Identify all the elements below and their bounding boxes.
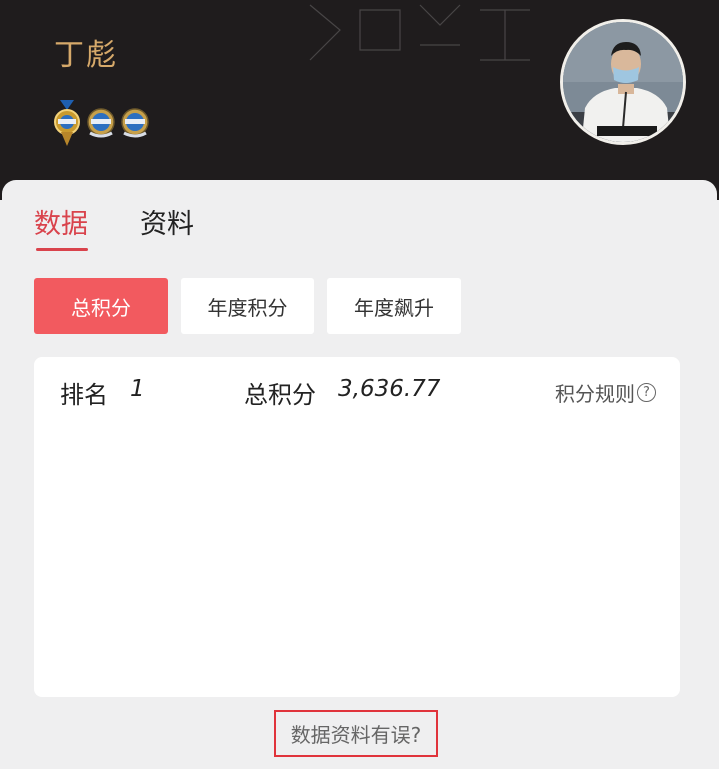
segment-total-points[interactable]: 总积分 — [34, 278, 168, 334]
stats-card: 排名 1 总积分 3,636.77 积分规则 ? — [34, 357, 680, 697]
achievement-badges — [52, 100, 150, 146]
rank-value: 1 — [130, 376, 145, 402]
tab-data[interactable]: 数据 — [34, 202, 88, 251]
segment-annual-points[interactable]: 年度积分 — [181, 278, 314, 334]
report-data-error-link[interactable]: 数据资料有误? — [274, 710, 438, 757]
content-sheet: 数据 资料 总积分 年度积分 年度飙升 排名 1 总积分 3,636.77 积分… — [2, 180, 717, 769]
total-points-value: 3,636.77 — [338, 376, 441, 402]
avatar-photo — [563, 22, 683, 142]
rank-label: 排名 — [60, 381, 108, 409]
blue-medal-badge-icon[interactable] — [86, 107, 116, 139]
total-points-label: 总积分 — [244, 381, 316, 409]
segment-annual-rise[interactable]: 年度飙升 — [327, 278, 461, 334]
tab-bar: 数据 资料 — [34, 202, 194, 251]
question-circle-icon: ? — [637, 383, 656, 402]
player-name: 丁彪 — [54, 38, 118, 73]
player-avatar[interactable] — [560, 19, 686, 145]
points-rules-link[interactable]: 积分规则 ? — [555, 378, 656, 407]
tab-profile-label: 资料 — [140, 209, 194, 240]
points-rules-label: 积分规则 — [555, 382, 635, 406]
profile-header: 丁彪 — [0, 0, 719, 200]
active-tab-indicator — [36, 248, 88, 251]
tab-data-label: 数据 — [34, 209, 88, 240]
blue-medal-badge-icon[interactable] — [120, 107, 150, 139]
gold-medal-badge-icon[interactable] — [52, 100, 82, 146]
header-decoration — [309, 4, 530, 61]
tab-profile[interactable]: 资料 — [140, 202, 194, 241]
